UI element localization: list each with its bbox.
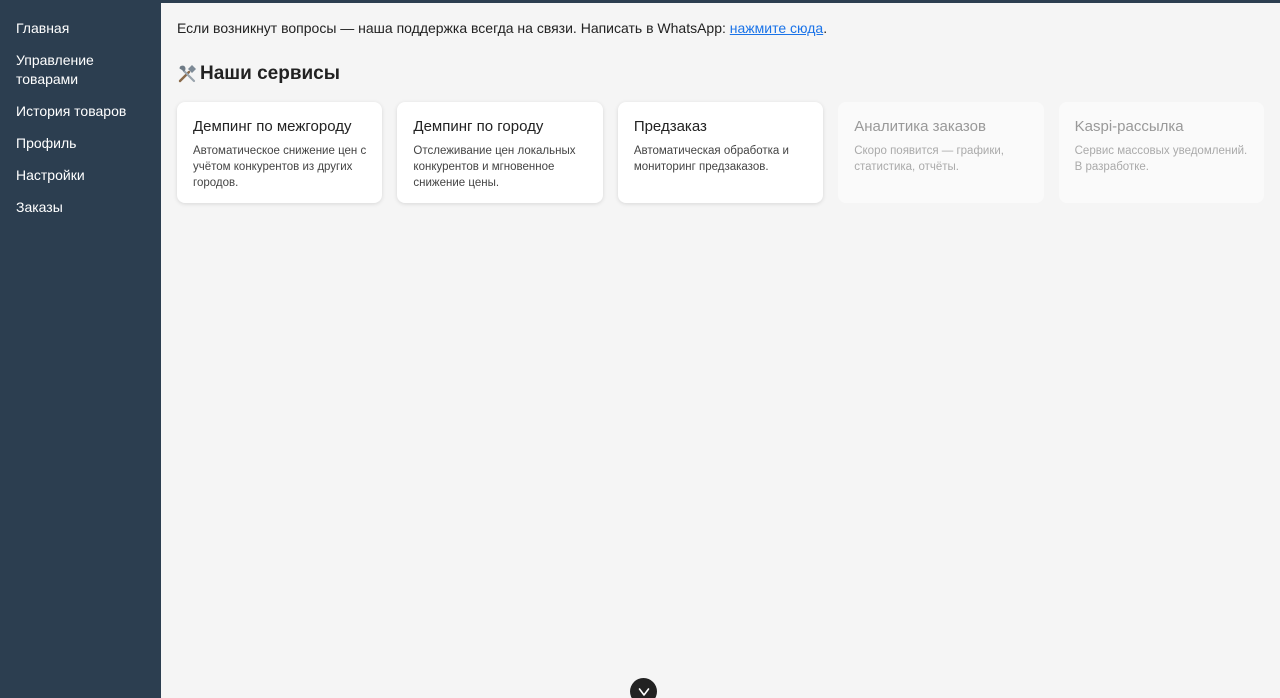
card-title: Kaspi-рассылка — [1074, 118, 1184, 135]
sidebar-item-orders[interactable]: Заказы — [0, 198, 161, 217]
card-description: Автоматическое снижение цен с учётом кон… — [193, 145, 367, 189]
services-heading: Наши сервисы — [177, 62, 1264, 86]
sidebar-item-home[interactable]: Главная — [0, 19, 161, 38]
sidebar-item-profile[interactable]: Профиль — [0, 134, 161, 153]
card-title: Предзаказ — [633, 118, 707, 135]
card-title: Аналитика заказов — [854, 118, 986, 135]
support-text: Если возникнут вопросы — наша поддержка … — [177, 20, 730, 36]
card-description: Отслеживание цен локальных конкурентов и… — [413, 145, 576, 189]
card-description: Сервис массовых уведомлений. В разработк… — [1074, 145, 1248, 173]
service-card-order-analytics: Аналитика заказов Скоро появится — графи… — [838, 102, 1044, 203]
scroll-down-button[interactable] — [630, 678, 657, 698]
sidebar: Главная Управление товарами История това… — [0, 0, 161, 698]
card-description: Скоро появится — графики, статистика, от… — [854, 145, 1004, 173]
tools-icon — [177, 64, 197, 84]
sidebar-item-product-management[interactable]: Управление товарами — [0, 51, 161, 89]
services-title: Наши сервисы — [200, 63, 340, 84]
card-title: Демпинг по межгороду — [193, 118, 352, 135]
card-description: Автоматическая обработка и мониторинг пр… — [633, 145, 789, 173]
support-message: Если возникнут вопросы — наша поддержка … — [177, 19, 1264, 38]
chevron-down-icon — [638, 684, 650, 698]
service-card-kaspi-mailing: Kaspi-рассылка Сервис массовых уведомлен… — [1058, 102, 1265, 203]
service-card-intercity-dumping[interactable]: Демпинг по межгороду Автоматическое сниж… — [177, 102, 383, 203]
whatsapp-link[interactable]: нажмите сюда — [730, 20, 823, 36]
service-cards: Демпинг по межгороду Автоматическое сниж… — [177, 102, 1265, 203]
service-card-preorder[interactable]: Предзаказ Автоматическая обработка и мон… — [617, 102, 824, 203]
sidebar-item-product-history[interactable]: История товаров — [0, 102, 161, 121]
main-content: Если возникнут вопросы — наша поддержка … — [161, 3, 1280, 698]
support-suffix: . — [823, 20, 828, 36]
sidebar-item-settings[interactable]: Настройки — [0, 166, 161, 185]
service-card-city-dumping[interactable]: Демпинг по городу Отслеживание цен локал… — [397, 102, 603, 203]
card-title: Демпинг по городу — [413, 118, 544, 135]
